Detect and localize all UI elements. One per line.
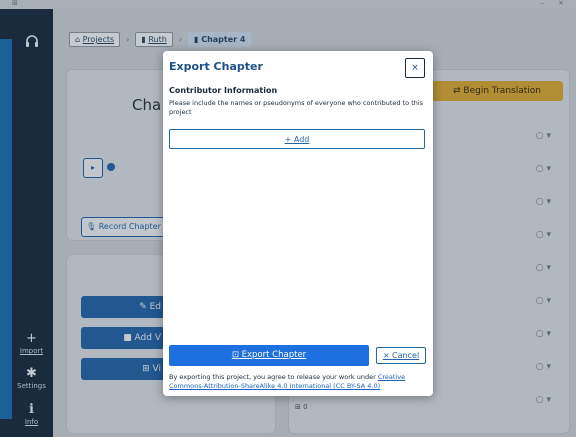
export-chapter-dialog: Export Chapter × Contributor Information… xyxy=(163,51,433,396)
close-icon: × xyxy=(411,63,419,73)
dialog-title: Export Chapter xyxy=(169,60,263,73)
close-button[interactable]: × xyxy=(405,58,425,78)
cancel-label: × Cancel xyxy=(382,351,420,360)
cancel-button[interactable]: × Cancel xyxy=(376,347,426,364)
add-contributor-button[interactable]: + Add xyxy=(169,129,425,149)
export-chapter-label: ⊡ Export Chapter xyxy=(231,350,307,360)
export-chapter-button[interactable]: ⊡ Export Chapter xyxy=(169,345,369,366)
contributor-section-description: Please include the names or pseudonyms o… xyxy=(169,99,424,116)
license-notice-text: By exporting this project, you agree to … xyxy=(169,373,376,381)
license-notice: By exporting this project, you agree to … xyxy=(169,373,429,391)
add-contributor-label: + Add xyxy=(284,135,310,144)
contributor-section-title: Contributor Information xyxy=(169,86,278,95)
